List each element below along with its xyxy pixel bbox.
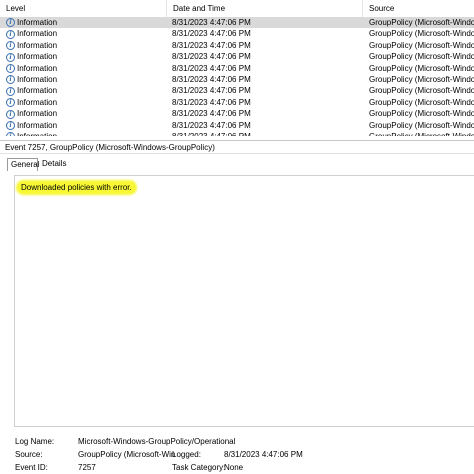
row-level-text: Information: [17, 40, 58, 50]
event-rows: i Information 8/31/2023 4:47:06 PM GroupPol…: [0, 17, 474, 136]
event-detail-title: Event 7257, GroupPolicy (Microsoft-Windo…: [0, 140, 474, 154]
row-source: GroupPolicy (Microsoft-Windows: [369, 120, 474, 130]
information-icon: i: [6, 120, 15, 130]
list-header: Level Date and Time Source: [0, 0, 474, 18]
row-level-text: Information: [17, 132, 57, 136]
row-level: iInformation: [6, 74, 166, 86]
table-row[interactable]: iInformation 8/31/2023 4:47:06 PM GroupPol…: [0, 28, 474, 39]
row-level-text: Information: [17, 120, 58, 130]
information-icon: i: [6, 29, 15, 39]
table-row[interactable]: iInformation 8/31/2023 4:47:06 PM GroupPol…: [0, 51, 474, 62]
event-id-label: Event ID:: [15, 463, 48, 472]
table-row[interactable]: iInformation 8/31/2023 4:47:06 PM GroupPol…: [0, 131, 474, 136]
row-level: iInformation: [6, 40, 166, 52]
table-row[interactable]: iInformation 8/31/2023 4:47:06 PM GroupPol…: [0, 17, 474, 29]
logged-label: Logged:: [172, 450, 201, 459]
tab-general[interactable]: General: [7, 158, 39, 171]
row-level: iInformation: [6, 131, 166, 136]
row-date: 8/31/2023 4:47:06 PM: [172, 97, 251, 107]
row-level: iInformation: [6, 85, 166, 97]
row-level-text: Information: [17, 97, 58, 107]
log-name-label: Log Name:: [15, 437, 55, 446]
source-label: Source:: [15, 450, 43, 459]
row-level-text: Information: [17, 75, 58, 85]
row-source: GroupPolicy (Microsoft-Windows: [369, 29, 474, 39]
column-header-source[interactable]: Source: [363, 0, 474, 17]
row-source: GroupPolicy (Microsoft-Windows: [369, 63, 474, 73]
table-row[interactable]: iInformation 8/31/2023 4:47:06 PM GroupPol…: [0, 108, 474, 119]
row-source: GroupPolicy (Microsoft-Windows: [369, 40, 474, 50]
event-message-box[interactable]: Downloaded policies with error.: [14, 175, 474, 427]
event-id-value: 7257: [78, 463, 96, 472]
information-icon: i: [6, 98, 15, 108]
information-icon: i: [6, 109, 15, 119]
row-date: 8/31/2023 4:47:06 PM: [172, 131, 362, 136]
table-row[interactable]: iInformation 8/31/2023 4:47:06 PM GroupPol…: [0, 74, 474, 85]
row-date: 8/31/2023 4:47:06 PM: [172, 120, 251, 130]
table-row[interactable]: iInformation 8/31/2023 4:47:06 PM GroupPol…: [0, 85, 474, 96]
information-icon: i: [6, 63, 15, 73]
row-level-text: Information: [17, 86, 58, 96]
event-list: Level Date and Time Source i Information 8…: [0, 0, 474, 136]
event-message: Downloaded policies with error.: [18, 182, 135, 193]
source-value: GroupPolicy (Microsoft-Win: [78, 450, 176, 459]
logged-value: 8/31/2023 4:47:06 PM: [224, 450, 303, 459]
task-category-value: None: [224, 463, 244, 472]
row-date: 8/31/2023 4:47:06 PM: [172, 74, 251, 84]
table-row[interactable]: iInformation 8/31/2023 4:47:06 PM GroupPol…: [0, 97, 474, 108]
row-source: GroupPolicy (Microsoft-Windows: [369, 97, 474, 107]
tab-details[interactable]: Details: [39, 158, 71, 170]
row-level-text: Information: [17, 63, 58, 73]
row-source: GroupPolicy (Microsoft-Windows: [369, 52, 474, 62]
row-level-text: Information: [17, 18, 58, 28]
row-level-text: Information: [17, 29, 58, 39]
table-row[interactable]: iInformation 8/31/2023 4:47:06 PM GroupPol…: [0, 40, 474, 51]
row-date: 8/31/2023 4:47:06 PM: [172, 40, 251, 50]
row-level-text: Information: [17, 52, 58, 62]
row-level: iInformation: [6, 120, 166, 132]
row-date: 8/31/2023 4:47:06 PM: [172, 52, 251, 62]
row-source: GroupPolicy (Microsoft-Windows: [369, 18, 474, 27]
information-icon: i: [6, 18, 15, 28]
table-row[interactable]: iInformation 8/31/2023 4:47:06 PM GroupPol…: [0, 120, 474, 131]
row-date: 8/31/2023 4:47:06 PM: [172, 86, 251, 96]
column-header-date-and-time[interactable]: Date and Time: [167, 0, 363, 17]
row-source: GroupPolicy (Microsoft-Windows: [369, 131, 474, 136]
row-date: 8/31/2023 4:47:06 PM: [172, 18, 251, 27]
row-level: iInformation: [6, 51, 166, 63]
row-level: iInformation: [6, 28, 166, 40]
log-name-value: Microsoft-Windows-GroupPolicy/Operationa…: [78, 437, 236, 446]
table-row[interactable]: iInformation 8/31/2023 4:47:06 PM GroupPol…: [0, 63, 474, 74]
row-date: 8/31/2023 4:47:06 PM: [172, 63, 251, 73]
row-level: iInformation: [6, 97, 166, 109]
row-source: GroupPolicy (Microsoft-Windows: [369, 109, 474, 119]
information-icon: i: [6, 52, 15, 62]
row-level: iInformation: [6, 63, 166, 75]
column-header-level[interactable]: Level: [0, 0, 167, 17]
row-level-text: Information: [17, 109, 58, 119]
information-icon: i: [6, 132, 15, 136]
row-date: 8/31/2023 4:47:06 PM: [172, 29, 251, 39]
information-icon: i: [6, 41, 15, 51]
row-source: GroupPolicy (Microsoft-Windows: [369, 74, 474, 84]
information-icon: i: [6, 75, 15, 85]
information-icon: i: [6, 86, 15, 96]
row-date: 8/31/2023 4:47:06 PM: [172, 109, 251, 119]
row-source: GroupPolicy (Microsoft-Windows: [369, 86, 474, 96]
task-category-label: Task Category:: [172, 463, 226, 472]
row-level: iInformation: [6, 108, 166, 120]
row-level: iInformation: [6, 17, 166, 29]
